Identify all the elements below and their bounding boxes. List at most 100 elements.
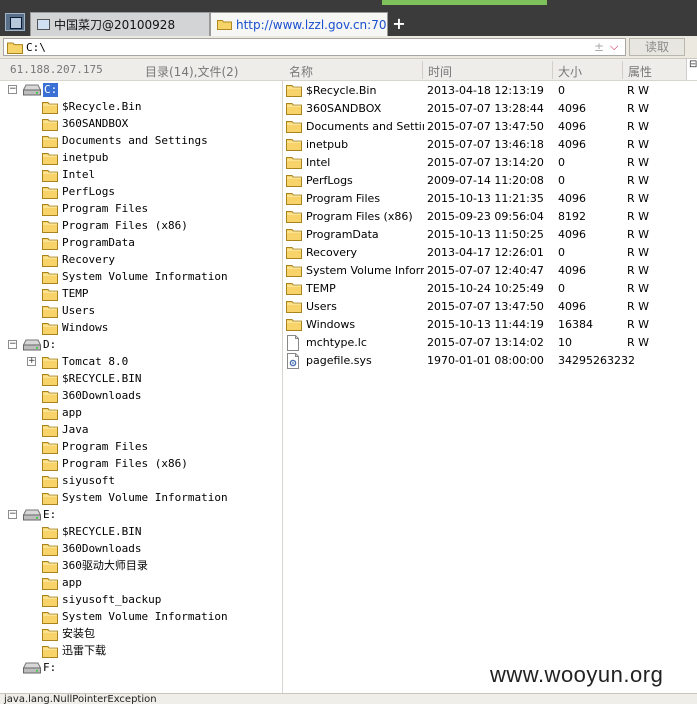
file-row[interactable]: inetpub 2015-07-07 13:46:18 4096 R W — [283, 136, 686, 154]
file-row[interactable]: pagefile.sys 1970-01-01 08:00:00 342952632… — [283, 352, 686, 370]
tree-folder[interactable]: siyusoft — [0, 473, 282, 490]
folder-icon — [42, 561, 58, 573]
tree-label: E: — [43, 508, 57, 521]
file-size: 16384 — [558, 318, 593, 331]
column-header-name[interactable]: 名称 — [289, 63, 313, 80]
tree-folder[interactable]: 360Downloads — [0, 388, 282, 405]
tree-folder[interactable]: Documents and Settings — [0, 133, 282, 150]
file-time: 2013-04-17 12:26:01 — [427, 246, 544, 259]
tree-folder[interactable]: PerfLogs — [0, 184, 282, 201]
file-row[interactable]: Windows 2015-10-13 11:44:19 16384 R W — [283, 316, 686, 334]
collapse-icon[interactable]: − — [8, 85, 17, 94]
tree-folder[interactable]: Java — [0, 422, 282, 439]
tree-drive[interactable]: − E: — [0, 507, 282, 524]
file-attr: R W — [627, 138, 650, 151]
column-header-time[interactable]: 时间 — [428, 63, 452, 80]
folder-icon — [42, 408, 58, 420]
tree-folder[interactable]: siyusoft_backup — [0, 592, 282, 609]
tab-url[interactable]: http://www.lzzl.gov.cn:7000/i... — [210, 12, 388, 36]
column-divider[interactable] — [422, 61, 423, 79]
file-time: 1970-01-01 08:00:00 — [427, 354, 544, 367]
file-time: 2015-07-07 12:40:47 — [427, 264, 544, 277]
folder-icon — [286, 247, 302, 259]
tree-folder[interactable]: $RECYCLE.BIN — [0, 524, 282, 541]
file-row[interactable]: $Recycle.Bin 2013-04-18 12:13:19 0 R W — [283, 82, 686, 100]
file-row[interactable]: PerfLogs 2009-07-14 11:20:08 0 R W — [283, 172, 686, 190]
collapse-icon[interactable]: − — [8, 340, 17, 349]
column-header-size[interactable]: 大小 — [558, 63, 582, 80]
file-attr: R W — [627, 84, 650, 97]
file-row[interactable]: Program Files (x86) 2015-09-23 09:56:04 81… — [283, 208, 686, 226]
tree-folder[interactable]: Program Files (x86) — [0, 218, 282, 235]
tree-folder[interactable]: TEMP — [0, 286, 282, 303]
tree-label: Documents and Settings — [62, 134, 208, 147]
file-size: 0 — [558, 282, 565, 295]
tree-folder[interactable]: ProgramData — [0, 235, 282, 252]
file-icon — [287, 335, 299, 351]
tree-label: $RECYCLE.BIN — [62, 525, 142, 538]
folder-icon — [42, 425, 58, 437]
tree-folder[interactable]: + Tomcat 8.0 — [0, 354, 282, 371]
tree-folder[interactable]: Intel — [0, 167, 282, 184]
file-row[interactable]: 360SANDBOX 2015-07-07 13:28:44 4096 R W — [283, 100, 686, 118]
file-size: 4096 — [558, 228, 586, 241]
system-file-icon — [287, 353, 299, 369]
file-row[interactable]: mchtype.lc 2015-07-07 13:14:02 10 R W — [283, 334, 686, 352]
tree-folder[interactable]: 迅雷下载 — [0, 643, 282, 660]
tree-folder[interactable]: System Volume Information — [0, 490, 282, 507]
tree-folder[interactable]: $Recycle.Bin — [0, 99, 282, 116]
folder-icon — [42, 578, 58, 590]
tree-folder[interactable]: Recovery — [0, 252, 282, 269]
file-row[interactable]: Program Files 2015-10-13 11:21:35 4096 R W — [283, 190, 686, 208]
file-row[interactable]: System Volume Inform...2015-07-07 12:40:… — [283, 262, 686, 280]
folder-icon — [42, 170, 58, 182]
folder-icon — [42, 544, 58, 556]
tab-caidao[interactable]: 中国菜刀@20100928 — [30, 12, 210, 36]
tree-folder[interactable]: 360Downloads — [0, 541, 282, 558]
tree-folder[interactable]: System Volume Information — [0, 269, 282, 286]
column-divider[interactable] — [622, 61, 623, 79]
plus-minus-icon[interactable]: ± — [594, 40, 604, 54]
file-name: Recovery — [306, 246, 358, 259]
column-divider[interactable] — [552, 61, 553, 79]
tree-folder[interactable]: 安装包 — [0, 626, 282, 643]
tree-label: PerfLogs — [62, 185, 115, 198]
column-header-attr[interactable]: 属性 — [628, 63, 652, 80]
collapse-icon[interactable]: − — [8, 510, 17, 519]
file-name: Intel — [306, 156, 331, 169]
tree-label: Windows — [62, 321, 109, 334]
tree-folder[interactable]: 360SANDBOX — [0, 116, 282, 133]
collapse-panel-icon[interactable]: ⊟ — [686, 59, 697, 80]
tree-label: $RECYCLE.BIN — [62, 372, 142, 385]
tree-folder[interactable]: app — [0, 405, 282, 422]
window-menu-icon[interactable] — [5, 13, 25, 31]
file-row[interactable]: Intel 2015-07-07 13:14:20 0 R W — [283, 154, 686, 172]
tree-folder[interactable]: 360驱动大师目录 — [0, 558, 282, 575]
tree-drive[interactable]: F: — [0, 660, 282, 677]
file-row[interactable]: Recovery 2013-04-17 12:26:01 0 R W — [283, 244, 686, 262]
tree-folder[interactable]: Program Files — [0, 439, 282, 456]
read-button[interactable]: 读取 — [629, 38, 685, 56]
file-row[interactable]: TEMP 2015-10-24 10:25:49 0 R W — [283, 280, 686, 298]
new-tab-button[interactable]: + — [392, 14, 406, 34]
folder-icon — [42, 221, 58, 233]
folder-icon — [42, 374, 58, 386]
file-row[interactable]: Documents and Settings2015-07-07 13:47:5… — [283, 118, 686, 136]
path-input[interactable]: C:\ ± ⌵ — [3, 38, 626, 56]
file-name: mchtype.lc — [306, 336, 367, 349]
file-row[interactable]: ProgramData 2015-10-13 11:50:25 4096 R W — [283, 226, 686, 244]
tree-folder[interactable]: $RECYCLE.BIN — [0, 371, 282, 388]
tree-folder[interactable]: Windows — [0, 320, 282, 337]
tree-folder[interactable]: Users — [0, 303, 282, 320]
file-row[interactable]: Users 2015-07-07 13:47:50 4096 R W — [283, 298, 686, 316]
tree-folder[interactable]: Program Files — [0, 201, 282, 218]
tree-folder[interactable]: Program Files (x86) — [0, 456, 282, 473]
tree-drive[interactable]: − C: — [0, 82, 282, 99]
tree-folder[interactable]: app — [0, 575, 282, 592]
tree-drive[interactable]: − D: — [0, 337, 282, 354]
file-attr: R W — [627, 174, 650, 187]
tree-folder[interactable]: System Volume Information — [0, 609, 282, 626]
expand-icon[interactable]: + — [27, 357, 36, 366]
tree-folder[interactable]: inetpub — [0, 150, 282, 167]
chevron-down-icon[interactable]: ⌵ — [610, 40, 618, 54]
